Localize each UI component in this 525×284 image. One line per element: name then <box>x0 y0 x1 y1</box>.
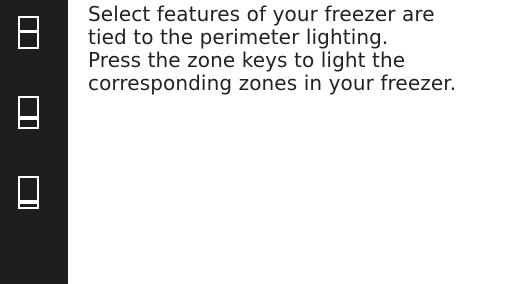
zone-bottom-icon <box>20 200 37 204</box>
description-text: Select features of your freezer are tied… <box>88 3 518 95</box>
zone-1-key[interactable] <box>18 16 39 49</box>
description-line: Select features of your freezer are <box>88 2 435 26</box>
zone-middle-icon <box>20 116 37 120</box>
description-line: corresponding zones in your freezer. <box>88 71 457 95</box>
description-line: tied to the perimeter lighting. <box>88 25 389 49</box>
zone-3-key[interactable] <box>18 176 39 209</box>
description-line: Press the zone keys to light the <box>88 48 406 72</box>
zone-key-panel <box>0 0 68 284</box>
zone-top-icon <box>20 30 37 33</box>
zone-2-key[interactable] <box>18 96 39 129</box>
